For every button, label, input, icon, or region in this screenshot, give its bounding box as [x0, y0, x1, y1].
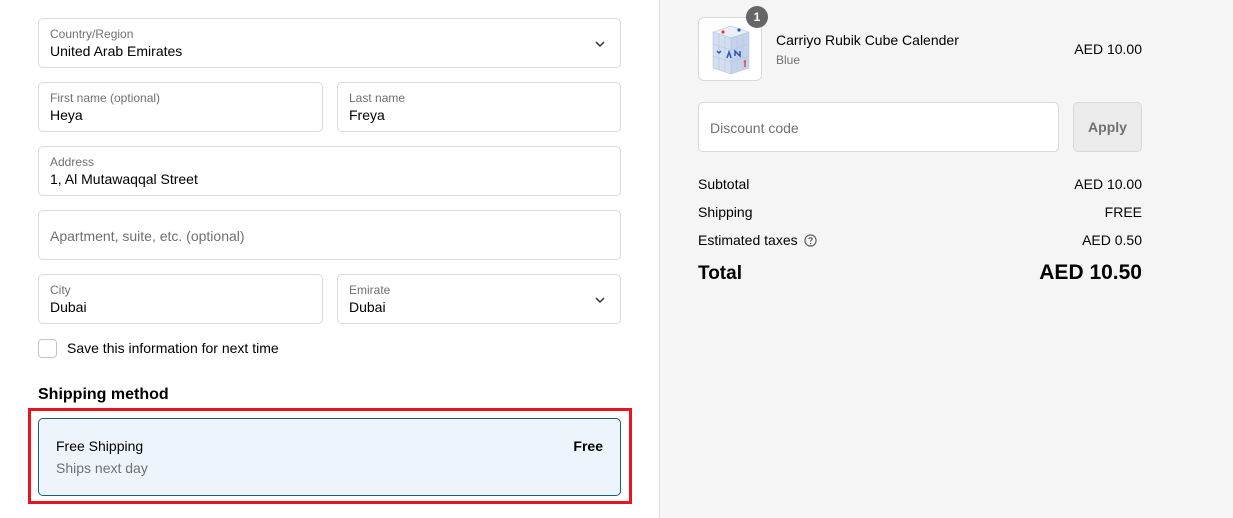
emirate-select[interactable]: Emirate Dubai — [337, 274, 621, 324]
discount-code-input[interactable]: Discount code — [698, 102, 1059, 152]
taxes-label: Estimated taxes — [698, 232, 798, 248]
total-value: AED 10.50 — [1039, 261, 1142, 284]
save-info-checkbox[interactable] — [38, 339, 57, 358]
subtotal-label: Subtotal — [698, 176, 750, 192]
shipping-option-name: Free Shipping — [56, 438, 144, 454]
last-name-label: Last name — [349, 91, 406, 105]
save-info-label[interactable]: Save this information for next time — [67, 340, 279, 356]
quantity-badge: 1 — [746, 6, 768, 28]
first-name-field[interactable]: First name (optional) Heya — [38, 82, 323, 132]
apartment-placeholder: Apartment, suite, etc. (optional) — [50, 228, 245, 244]
chevron-down-icon — [595, 297, 605, 304]
address-value: 1, Al Mutawaqqal Street — [50, 171, 198, 187]
address-field[interactable]: Address 1, Al Mutawaqqal Street — [38, 146, 621, 196]
help-circle-icon[interactable] — [804, 234, 817, 247]
country-value: United Arab Emirates — [50, 43, 183, 59]
first-name-label: First name (optional) — [50, 91, 161, 105]
shipping-label: Shipping — [698, 204, 753, 220]
address-label: Address — [50, 155, 95, 169]
subtotal-value: AED 10.00 — [1074, 176, 1142, 192]
city-field[interactable]: City Dubai — [38, 274, 323, 324]
apartment-field[interactable]: Apartment, suite, etc. (optional) — [38, 210, 621, 260]
apply-button[interactable]: Apply — [1073, 102, 1142, 152]
shipping-option-price: Free — [573, 438, 603, 454]
emirate-label: Emirate — [349, 283, 391, 297]
country-select[interactable]: Country/Region United Arab Emirates — [38, 18, 621, 68]
last-name-value: Freya — [349, 107, 385, 123]
discount-placeholder: Discount code — [710, 120, 799, 136]
free-shipping-option[interactable]: Free Shipping Ships next day Free — [38, 418, 621, 496]
total-label: Total — [698, 263, 742, 284]
chevron-down-icon — [595, 41, 605, 48]
shipping-method-heading: Shipping method — [38, 386, 169, 403]
product-price: AED 10.00 — [1074, 41, 1142, 57]
last-name-field[interactable]: Last name Freya — [337, 82, 621, 132]
product-name: Carriyo Rubik Cube Calender — [776, 32, 959, 48]
order-summary-panel: 1 Carriyo Rubik Cube Calender Blue AED 1… — [659, 0, 1233, 518]
city-label: City — [50, 283, 71, 297]
shipping-option-subtitle: Ships next day — [56, 460, 148, 476]
first-name-value: Heya — [50, 107, 83, 123]
shipping-value: FREE — [1104, 204, 1142, 220]
emirate-value: Dubai — [349, 299, 386, 315]
city-value: Dubai — [50, 299, 87, 315]
country-label: Country/Region — [50, 27, 134, 41]
product-variant: Blue — [776, 53, 801, 67]
checkout-form-panel: Country/Region United Arab Emirates Firs… — [0, 0, 660, 518]
taxes-value: AED 0.50 — [1082, 232, 1142, 248]
